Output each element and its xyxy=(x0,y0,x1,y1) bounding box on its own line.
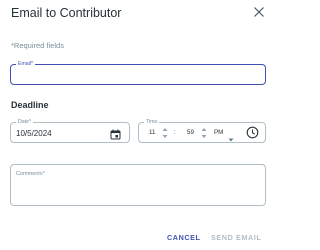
comments-field[interactable]: Comments* xyxy=(10,164,266,206)
minute-value[interactable]: 59 xyxy=(187,129,194,136)
date-value[interactable]: 10/5/2024 xyxy=(16,129,52,138)
send-email-button[interactable]: SEND EMAIL xyxy=(211,233,261,242)
clock-icon[interactable] xyxy=(246,126,259,139)
hour-value[interactable]: 11 xyxy=(149,129,155,136)
caret-down-icon[interactable] xyxy=(228,130,234,142)
hour-spinner-icon[interactable] xyxy=(162,126,168,140)
email-field[interactable]: Email* xyxy=(10,60,266,85)
time-separator: : xyxy=(174,129,176,136)
deadline-heading: Deadline xyxy=(11,100,49,110)
required-fields-note: *Required fields xyxy=(11,41,64,50)
calendar-icon[interactable] xyxy=(110,127,121,140)
dialog-title: Email to Contributor xyxy=(11,6,122,20)
time-field-label: Time xyxy=(144,118,160,126)
date-field[interactable]: Date* 10/5/2024 xyxy=(10,118,130,143)
comments-field-label: Comments* xyxy=(16,171,45,177)
email-contributor-dialog: Email to Contributor *Required fields Em… xyxy=(0,0,277,250)
time-field[interactable]: Time 11 : 59 PM xyxy=(138,118,266,143)
minute-spinner-icon[interactable] xyxy=(201,126,207,140)
email-field-label: Email* xyxy=(16,60,35,68)
date-field-label: Date* xyxy=(16,118,33,126)
ampm-value[interactable]: PM xyxy=(214,129,223,136)
cancel-button[interactable]: CANCEL xyxy=(167,233,201,242)
close-icon[interactable] xyxy=(252,5,266,19)
